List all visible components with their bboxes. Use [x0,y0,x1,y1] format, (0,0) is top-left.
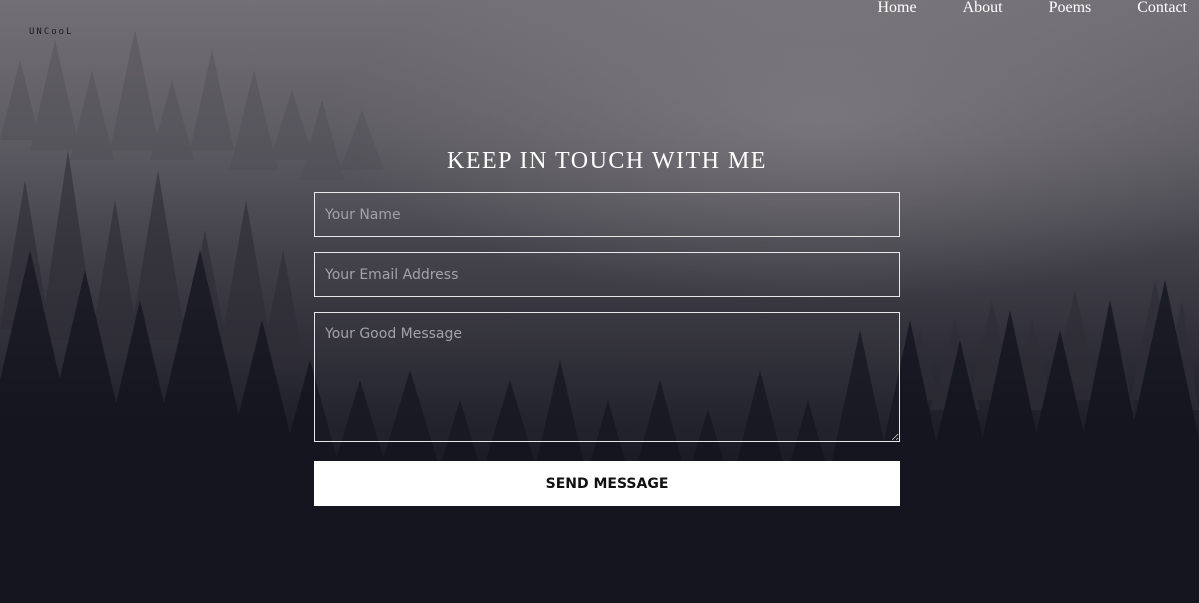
contact-form-section: KEEP IN TOUCH WITH ME SEND MESSAGE [314,146,900,506]
contact-title: KEEP IN TOUCH WITH ME [447,148,767,174]
send-message-button[interactable]: SEND MESSAGE [314,461,900,506]
site-logo[interactable]: UNCooL [29,27,74,37]
message-textarea[interactable] [314,312,900,442]
contact-form: SEND MESSAGE [314,192,900,506]
name-input[interactable] [314,192,900,237]
nav-item-about[interactable]: About [917,0,1003,18]
nav-item-home[interactable]: Home [877,0,916,18]
nav-item-poems[interactable]: Poems [1003,0,1092,18]
email-input[interactable] [314,252,900,297]
main-nav: Home About Poems Contact [877,0,1187,18]
nav-item-contact[interactable]: Contact [1091,0,1187,18]
